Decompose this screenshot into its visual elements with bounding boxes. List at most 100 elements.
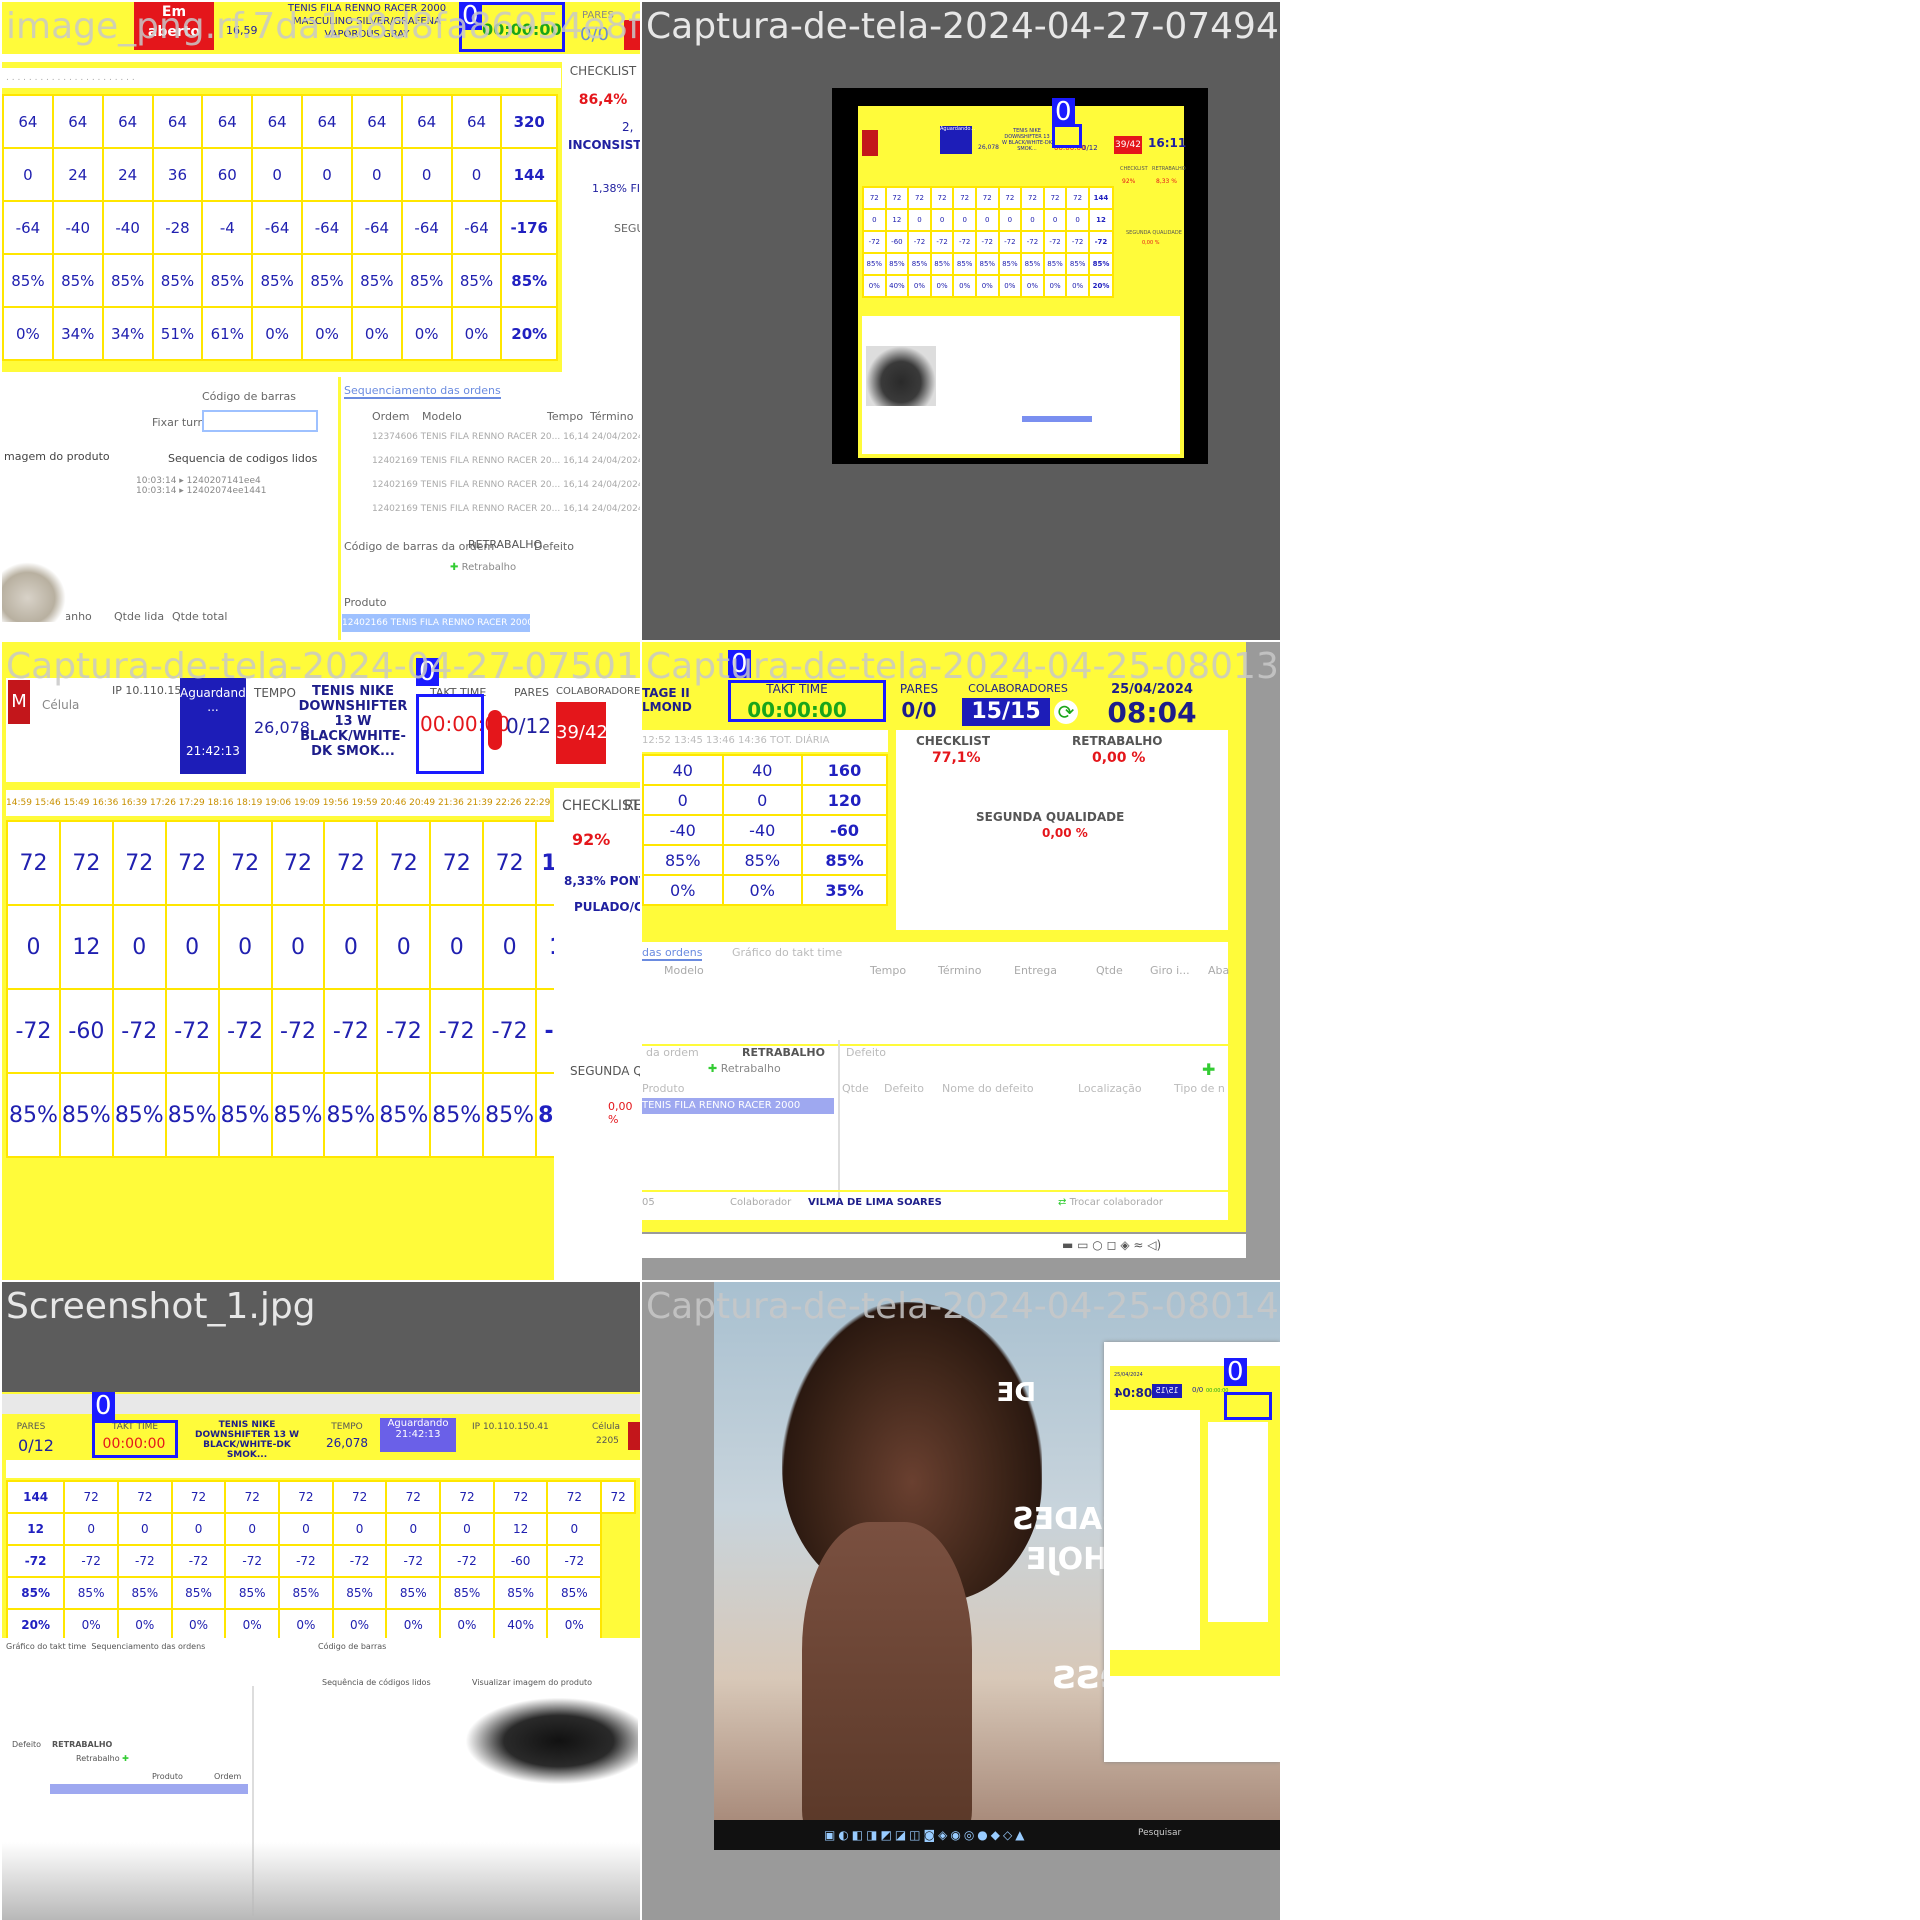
search-box[interactable]: Pesquisar (1138, 1828, 1181, 1838)
table-cell: -64 (2, 200, 54, 255)
col-giro: Giro i... (1150, 964, 1190, 977)
tab-grafico[interactable]: Gráfico do takt time (732, 946, 842, 959)
table-cell: 0% (170, 1608, 227, 1642)
table-row: 0% 40% 0% 0% 0% 0% 0% 0% 0% 0% 20% (862, 274, 1115, 298)
table-cell: -72 (929, 230, 955, 254)
list-item[interactable]: 12402169 TENIS FILA RENNO RACER 20... 16… (372, 504, 640, 528)
barcode-input[interactable] (202, 410, 318, 432)
table-cell: 34% (101, 306, 154, 361)
checklist-label: CHECKLIST (1120, 166, 1148, 172)
table-cell: 72 (323, 820, 379, 906)
col-entrega: Entrega (1014, 964, 1058, 977)
refresh-icon[interactable]: ⟳ (1054, 700, 1078, 724)
table-cell: 85% (907, 252, 932, 276)
tile-captura-074949: Captura-de-tela-2024-04-27-074949_png.rf… (642, 2, 1280, 640)
retrabalho-btn-label: Retrabalho (461, 562, 517, 573)
trocar-button[interactable]: ⇄ Trocar colaborador (1058, 1192, 1163, 1214)
detection-box (416, 694, 484, 774)
table-cell: -72 (116, 1544, 173, 1578)
segunda-value: 0,00 % (1142, 240, 1160, 246)
tray-icons: ▬ ▭ ○ ◻ ◈ ≈ ◁) (1062, 1238, 1162, 1252)
table-cell: 64 (201, 94, 254, 149)
table-cell: 85% (301, 253, 353, 308)
stage-label: TAGE II LMOND (642, 686, 692, 714)
table-cell: 85% (116, 1576, 173, 1610)
table-cell: 72 (376, 820, 432, 906)
tab-sequenciamento[interactable]: Sequenciamento das ordens (344, 384, 501, 399)
col-ordem: Ordem (372, 410, 410, 423)
portrait-body (802, 1522, 972, 1842)
table-cell: 0% (997, 274, 1023, 298)
table-cell: 0 (952, 208, 977, 232)
date-label: 25/04/2024 (1114, 1372, 1143, 1378)
table-cell: 0% (251, 306, 304, 361)
table-cell: 0% (642, 874, 724, 906)
add-defect-icon[interactable]: ✚ (1202, 1060, 1215, 1079)
table-cell: -72 (429, 988, 485, 1074)
retrabalho-button[interactable]: ✚ Retrabalho (450, 562, 516, 573)
selected-product[interactable]: TENIS FILA RENNO RACER 2000 (642, 1098, 834, 1114)
table-cell: -60 (884, 230, 910, 254)
table-cell: 0% (350, 306, 403, 361)
tab-grafico[interactable]: Gráfico do takt time (6, 1642, 86, 1651)
tab-sequenciamento[interactable]: das ordens (642, 946, 703, 961)
tab-sequenciamento[interactable]: Sequenciamento das ordens (91, 1642, 205, 1651)
table-cell: -72 (862, 230, 887, 254)
retrabalho-btn-label: Retrabalho (76, 1754, 120, 1763)
table-cell: 72 (385, 1480, 442, 1514)
table-cell: 72 (217, 820, 273, 906)
app-logo (862, 130, 878, 156)
table-row: 0 0 120 (642, 784, 888, 816)
table-row: 40 40 160 (642, 754, 888, 786)
table-cell: -72 (546, 1544, 603, 1578)
selected-row[interactable] (50, 1784, 248, 1794)
retrabalho-button[interactable]: ✚ Retrabalho (708, 1062, 781, 1075)
status-badge: Aguardando 21:42:13 (380, 1418, 456, 1452)
table-cell: 12 (492, 1512, 549, 1546)
production-table: 40 40 160 0 0 120 -40 -40 -60 85% 85% 85% 0% 0% 35% (642, 754, 888, 906)
order-barcode-label: da ordem (646, 1046, 699, 1059)
table-cell: 51% (151, 306, 204, 361)
table-cell: 64 (51, 94, 104, 149)
table-cell: -72 (439, 1544, 495, 1578)
table-cell: 85% (884, 252, 910, 276)
table-cell: -72 (270, 988, 326, 1074)
table-cell: 72 (929, 186, 955, 210)
table-cell: 85% (101, 253, 154, 308)
col-modelo: Modelo (664, 964, 704, 977)
list-item[interactable]: 12402169 TENIS FILA RENNO RACER 20... 16… (372, 480, 640, 504)
model-name: TENIS NIKE DOWNSHIFTER 13 W BLACK/WHITE-… (194, 1420, 300, 1460)
celula-label: Célula (42, 698, 80, 712)
list-item[interactable]: 12402169 TENIS FILA RENNO RACER 20... 16… (372, 456, 640, 480)
table-cell: 0 (331, 1512, 388, 1546)
table-cell: -64 (301, 200, 353, 255)
embedded-panel: Aguardando... TENIS NIKE DOWNSHIFTER 13 … (858, 106, 1186, 458)
segunda-value: 0,00 % (608, 1100, 633, 1126)
retrabalho-btn-label: Retrabalho (720, 1062, 781, 1075)
list-item[interactable]: 12374606 TENIS FILA RENNO RACER 20... 16… (372, 432, 640, 456)
retrabalho-label: RETRABALHO (1072, 734, 1163, 748)
view-image-label[interactable]: Visualizar imagem do produto (472, 1678, 592, 1687)
taskbar: ▬ ▭ ○ ◻ ◈ ≈ ◁) (642, 1234, 1246, 1258)
table-cell: 85% (224, 1576, 281, 1610)
tile-captura-075019: Captura-de-tela-2024-04-27-075019_png.rf… (2, 642, 640, 1280)
selected-product[interactable]: 12402166 TENIS FILA RENNO RACER 2000 (342, 614, 530, 632)
table-cell: 0% (952, 274, 977, 298)
divider (838, 1040, 840, 1200)
table-cell: 0% (301, 306, 353, 361)
retrabalho-button[interactable]: Retrabalho ✚ (76, 1754, 129, 1763)
tempo-label: TEMPO (331, 1422, 363, 1432)
table-cell: 72 (952, 186, 977, 210)
col-tempo: Tempo (870, 964, 907, 977)
checklist-label: CHECKLIST (569, 64, 637, 78)
table-cell: 120 (801, 784, 888, 816)
col-modelo: Modelo (422, 410, 462, 423)
table-cell: 64 (301, 94, 353, 149)
taskbar-icons[interactable]: ▣◐◧◨◩◪◫◙◈◉◎●◆◇▲ (824, 1828, 1027, 1842)
table-cell: 144 (5, 1480, 66, 1514)
table-cell: 72 (907, 186, 932, 210)
tile-captura-080143: DE BILIDADES HOJE ess Captura-de-tela-20… (642, 1282, 1280, 1920)
pulado-label: PULADO/COR (574, 900, 640, 914)
selected-row[interactable] (1022, 416, 1092, 422)
side-panel (554, 788, 640, 1280)
